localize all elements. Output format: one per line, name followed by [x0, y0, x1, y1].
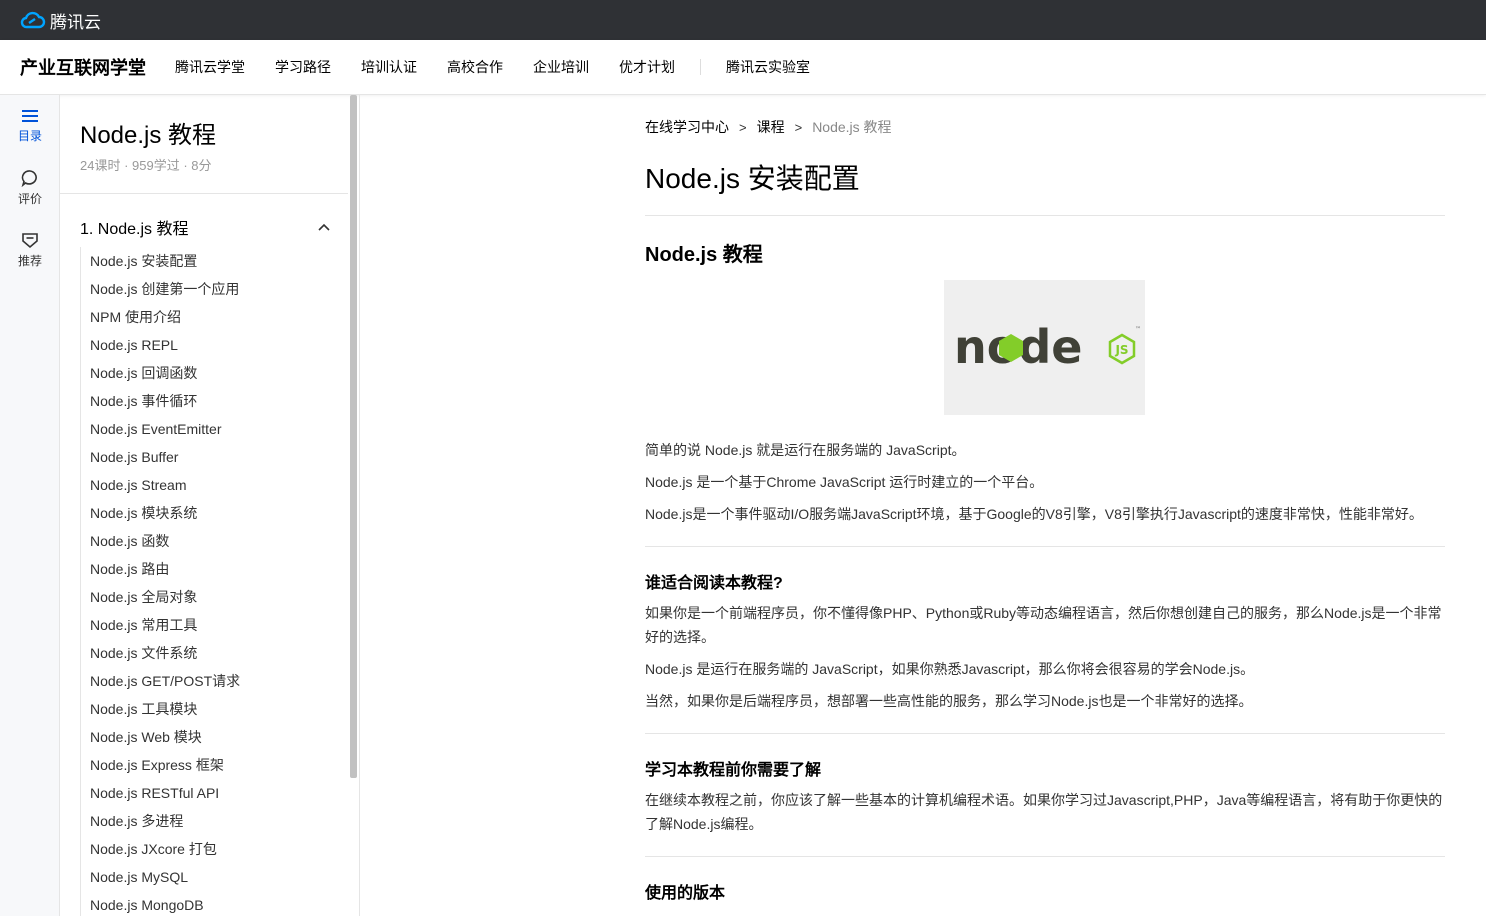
- nav-item-lab[interactable]: 腾讯云实验室: [726, 57, 810, 77]
- page-title: Node.js 安装配置: [645, 163, 860, 194]
- lesson-item[interactable]: Node.js 多进程: [81, 807, 340, 835]
- lesson-item[interactable]: Node.js 全局对象: [81, 583, 340, 611]
- course-catalog: Node.js 教程 24课时 · 959学过 · 8分 1. Node.js …: [60, 95, 360, 916]
- nav-divider: [700, 59, 701, 75]
- rail-recommend-label: 推荐: [17, 254, 42, 268]
- trademark-text: ™: [1135, 326, 1140, 333]
- rail-catalog[interactable]: 目录: [0, 95, 60, 157]
- chevron-right-icon: >: [794, 119, 803, 135]
- rail-review[interactable]: 评价: [0, 157, 60, 219]
- lesson-item[interactable]: Node.js 事件循环: [81, 387, 340, 415]
- section-heading-intro: Node.js 教程: [645, 244, 763, 266]
- nodejs-logo: node JS ™: [944, 280, 1145, 415]
- section-divider: [645, 733, 1445, 734]
- rail-review-label: 评价: [17, 192, 42, 206]
- breadcrumb-learning-center[interactable]: 在线学习中心: [645, 117, 729, 137]
- js-badge-text: JS: [1114, 343, 1128, 357]
- paragraph: 当然，如果你是后端程序员，想部署一些高性能的服务，那么学习Node.js也是一个…: [645, 693, 1253, 709]
- lesson-item[interactable]: Node.js Web 模块: [81, 723, 340, 751]
- nodejs-logo-graphic: node JS ™: [954, 320, 1140, 374]
- main-nav: 产业互联网学堂 腾讯云学堂 学习路径 培训认证 高校合作 企业培训 优才计划 腾…: [0, 40, 1486, 95]
- lesson-item[interactable]: Node.js 创建第一个应用: [81, 275, 340, 303]
- lesson-item[interactable]: Node.js 回调函数: [81, 359, 340, 387]
- thumb-icon: [22, 233, 38, 249]
- nav-item-university[interactable]: 高校合作: [447, 57, 503, 77]
- chapter-title: 1. Node.js 教程: [80, 221, 189, 238]
- lesson-item[interactable]: Node.js 文件系统: [81, 639, 340, 667]
- section-divider: [645, 546, 1445, 547]
- nav-item-learning-path[interactable]: 学习路径: [275, 57, 331, 77]
- lesson-item[interactable]: Node.js 函数: [81, 527, 340, 555]
- nav-item-talent[interactable]: 优才计划: [619, 57, 675, 77]
- rail-recommend[interactable]: 推荐: [0, 219, 60, 281]
- lesson-item[interactable]: Node.js MySQL: [81, 863, 340, 891]
- nav-item-certification[interactable]: 培训认证: [361, 57, 417, 77]
- lesson-item[interactable]: Node.js 常用工具: [81, 611, 340, 639]
- lesson-item[interactable]: Node.js 工具模块: [81, 695, 340, 723]
- lesson-item[interactable]: Node.js 安装配置: [81, 247, 340, 275]
- breadcrumb-current: Node.js 教程: [812, 119, 892, 135]
- paragraph: 如果你是一个前端程序员，你不懂得像PHP、Python或Ruby等动态编程语言，…: [645, 605, 1442, 645]
- breadcrumb: 在线学习中心 > 课程 > Node.js 教程: [645, 117, 892, 137]
- section-heading-prerequisites: 学习本教程前你需要了解: [645, 762, 822, 779]
- breadcrumb-courses[interactable]: 课程: [757, 117, 785, 137]
- title-divider: [645, 215, 1445, 216]
- catalog-divider: [60, 193, 348, 194]
- lesson-item[interactable]: Node.js 路由: [81, 555, 340, 583]
- top-bar: 腾讯云: [0, 0, 1486, 40]
- lesson-item[interactable]: Node.js RESTful API: [81, 779, 340, 807]
- lesson-item[interactable]: Node.js JXcore 打包: [81, 835, 340, 863]
- lesson-item[interactable]: Node.js GET/POST请求: [81, 667, 340, 695]
- section-heading-version: 使用的版本: [645, 885, 726, 902]
- chevron-right-icon: >: [739, 119, 747, 135]
- site-title[interactable]: 产业互联网学堂: [20, 54, 146, 80]
- comment-icon: [21, 170, 37, 187]
- lesson-item[interactable]: Node.js Buffer: [81, 443, 340, 471]
- rail-catalog-label: 目录: [17, 129, 42, 143]
- lesson-item[interactable]: Node.js Express 框架: [81, 751, 340, 779]
- brand-name: 腾讯云: [50, 12, 101, 32]
- cloud-icon: [20, 11, 46, 29]
- article: 在线学习中心 > 课程 > Node.js 教程 Node.js 安装配置 No…: [645, 95, 1445, 916]
- tencent-cloud-logo[interactable]: 腾讯云: [20, 8, 101, 33]
- catalog-scrollbar[interactable]: [350, 95, 357, 778]
- lesson-item[interactable]: Node.js EventEmitter: [81, 415, 340, 443]
- chevron-up-icon: [318, 223, 330, 231]
- nav-item-academy[interactable]: 腾讯云学堂: [175, 57, 245, 77]
- paragraph: 简单的说 Node.js 就是运行在服务端的 JavaScript。: [645, 442, 966, 458]
- lesson-list: Node.js 安装配置 Node.js 创建第一个应用 NPM 使用介绍 No…: [80, 247, 340, 916]
- paragraph: Node.js是一个事件驱动I/O服务端JavaScript环境，基于Googl…: [645, 506, 1423, 522]
- course-meta: 24课时 · 959学过 · 8分: [80, 158, 212, 173]
- chapter-header[interactable]: 1. Node.js 教程: [80, 215, 330, 239]
- lesson-item[interactable]: Node.js 模块系统: [81, 499, 340, 527]
- side-rail: 目录 评价 推荐: [0, 95, 60, 916]
- lesson-item[interactable]: NPM 使用介绍: [81, 303, 340, 331]
- nav-item-enterprise[interactable]: 企业培训: [533, 57, 589, 77]
- lesson-item[interactable]: Node.js REPL: [81, 331, 340, 359]
- lesson-item[interactable]: Node.js Stream: [81, 471, 340, 499]
- paragraph: Node.js 是运行在服务端的 JavaScript，如果你熟悉Javascr…: [645, 661, 1255, 677]
- section-heading-audience: 谁适合阅读本教程?: [645, 575, 783, 592]
- menu-icon: [22, 110, 38, 122]
- section-divider: [645, 856, 1445, 857]
- course-title: Node.js 教程: [80, 122, 217, 149]
- paragraph: Node.js 是一个基于Chrome JavaScript 运行时建立的一个平…: [645, 474, 1044, 490]
- lesson-item[interactable]: Node.js MongoDB: [81, 891, 340, 916]
- paragraph: 在继续本教程之前，你应该了解一些基本的计算机编程术语。如果你学习过Javascr…: [645, 792, 1443, 832]
